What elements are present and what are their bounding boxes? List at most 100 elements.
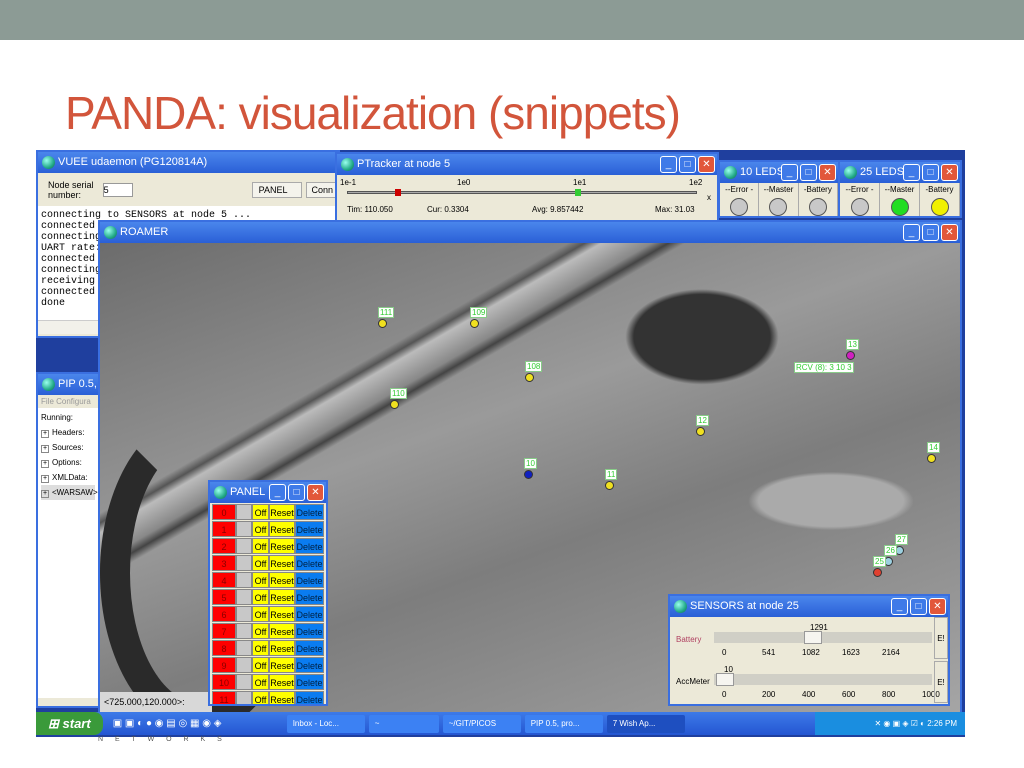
status-cell[interactable] <box>236 572 252 588</box>
taskbar-item[interactable]: Inbox - Loc... <box>286 714 365 733</box>
close-button[interactable]: ✕ <box>941 164 958 181</box>
off-button[interactable]: Off <box>252 640 269 656</box>
status-cell[interactable] <box>236 606 252 622</box>
reset-button[interactable]: Reset <box>269 640 295 656</box>
delete-button[interactable]: Delete <box>295 606 324 622</box>
slider-thumb[interactable] <box>716 673 734 686</box>
delete-button[interactable]: Delete <box>295 589 324 605</box>
status-cell[interactable] <box>236 623 252 639</box>
off-button[interactable]: Off <box>252 572 269 588</box>
ptracker-x-button[interactable]: x <box>707 193 711 202</box>
quick-launch-icons[interactable]: ▣ ▣ ◐ ● ◉ ▤ ◎ ▦ ◉ ◈ <box>113 718 283 729</box>
delete-button[interactable]: Delete <box>295 504 324 520</box>
menu-configure[interactable]: Configura <box>56 397 91 406</box>
status-cell[interactable] <box>236 674 252 690</box>
expand-icon[interactable]: + <box>41 445 49 453</box>
tree-item[interactable]: + Sources: <box>41 440 95 455</box>
delete-button[interactable]: Delete <box>295 623 324 639</box>
status-cell[interactable] <box>236 521 252 537</box>
node-id-button[interactable]: 11 <box>212 691 236 704</box>
status-cell[interactable] <box>236 504 252 520</box>
leds25-titlebar[interactable]: 25 LEDS _ □ ✕ <box>840 162 960 183</box>
sensor-node-12[interactable] <box>696 427 705 436</box>
pip-titlebar[interactable]: PIP 0.5, p <box>38 374 98 395</box>
node-id-button[interactable]: 1 <box>212 521 236 537</box>
menu-file[interactable]: File <box>41 397 54 406</box>
expand-icon[interactable]: + <box>41 460 49 468</box>
delete-button[interactable]: Delete <box>295 674 324 690</box>
leds10-titlebar[interactable]: 10 LEDS _ □ ✕ <box>720 162 838 183</box>
reset-button[interactable]: Reset <box>269 521 295 537</box>
delete-button[interactable]: Delete <box>295 640 324 656</box>
off-button[interactable]: Off <box>252 521 269 537</box>
expand-icon[interactable]: + <box>41 430 49 438</box>
acc-e-button[interactable]: E! <box>934 661 948 703</box>
vuee-titlebar[interactable]: VUEE udaemon (PG120814A) <box>38 152 338 173</box>
close-button[interactable]: ✕ <box>929 598 946 615</box>
node-id-button[interactable]: 6 <box>212 606 236 622</box>
sensor-node-109[interactable] <box>470 319 479 328</box>
expand-icon[interactable]: + <box>41 475 49 483</box>
node-id-button[interactable]: 2 <box>212 538 236 554</box>
acc-slider[interactable] <box>714 673 932 686</box>
start-button[interactable]: ⊞ start <box>36 712 103 735</box>
off-button[interactable]: Off <box>252 691 269 704</box>
sensor-node-13[interactable] <box>846 351 855 360</box>
sensor-node-25[interactable] <box>873 568 882 577</box>
status-cell[interactable] <box>236 657 252 673</box>
delete-button[interactable]: Delete <box>295 521 324 537</box>
sensor-node-10[interactable] <box>524 470 533 479</box>
maximize-button[interactable]: □ <box>288 484 305 501</box>
maximize-button[interactable]: □ <box>922 224 939 241</box>
off-button[interactable]: Off <box>252 657 269 673</box>
panel-titlebar[interactable]: PANEL _ □ ✕ <box>210 482 326 503</box>
sensor-node-110[interactable] <box>390 400 399 409</box>
close-button[interactable]: ✕ <box>941 224 958 241</box>
maximize-button[interactable]: □ <box>922 164 939 181</box>
tree-item[interactable]: + Headers: <box>41 425 95 440</box>
battery-slider[interactable] <box>714 631 932 644</box>
reset-button[interactable]: Reset <box>269 504 295 520</box>
node-id-button[interactable]: 7 <box>212 623 236 639</box>
serial-input[interactable] <box>102 182 133 197</box>
tray-icons[interactable]: ✕ ◉ ▣ ◈ ☑ ◐ <box>874 719 927 728</box>
node-id-button[interactable]: 9 <box>212 657 236 673</box>
off-button[interactable]: Off <box>252 589 269 605</box>
off-button[interactable]: Off <box>252 606 269 622</box>
ptracker-titlebar[interactable]: PTracker at node 5 _ □ ✕ <box>337 154 717 175</box>
status-cell[interactable] <box>236 589 252 605</box>
roamer-titlebar[interactable]: ROAMER _ □ ✕ <box>100 222 960 243</box>
off-button[interactable]: Off <box>252 555 269 571</box>
tree-item[interactable]: + XMLData: <box>41 470 95 485</box>
delete-button[interactable]: Delete <box>295 538 324 554</box>
node-id-button[interactable]: 5 <box>212 589 236 605</box>
reset-button[interactable]: Reset <box>269 606 295 622</box>
taskbar-item[interactable]: ~ <box>368 714 439 733</box>
off-button[interactable]: Off <box>252 538 269 554</box>
status-cell[interactable] <box>236 538 252 554</box>
delete-button[interactable]: Delete <box>295 691 324 704</box>
minimize-button[interactable]: _ <box>781 164 798 181</box>
node-id-button[interactable]: 10 <box>212 674 236 690</box>
status-cell[interactable] <box>236 555 252 571</box>
sensor-node-108[interactable] <box>525 373 534 382</box>
delete-button[interactable]: Delete <box>295 657 324 673</box>
reset-button[interactable]: Reset <box>269 538 295 554</box>
reset-button[interactable]: Reset <box>269 691 295 704</box>
reset-button[interactable]: Reset <box>269 657 295 673</box>
reset-button[interactable]: Reset <box>269 589 295 605</box>
close-button[interactable]: ✕ <box>307 484 324 501</box>
taskbar-item[interactable]: ~/GIT/PICOS <box>442 714 521 733</box>
minimize-button[interactable]: _ <box>660 156 677 173</box>
node-id-button[interactable]: 0 <box>212 504 236 520</box>
sensor-node-14[interactable] <box>927 454 936 463</box>
delete-button[interactable]: Delete <box>295 572 324 588</box>
status-cell[interactable] <box>236 691 252 704</box>
connect-button[interactable]: Conn <box>306 181 338 198</box>
maximize-button[interactable]: □ <box>679 156 696 173</box>
sensors-titlebar[interactable]: SENSORS at node 25 _ □ ✕ <box>670 596 948 617</box>
reset-button[interactable]: Reset <box>269 572 295 588</box>
off-button[interactable]: Off <box>252 504 269 520</box>
off-button[interactable]: Off <box>252 623 269 639</box>
minimize-button[interactable]: _ <box>269 484 286 501</box>
